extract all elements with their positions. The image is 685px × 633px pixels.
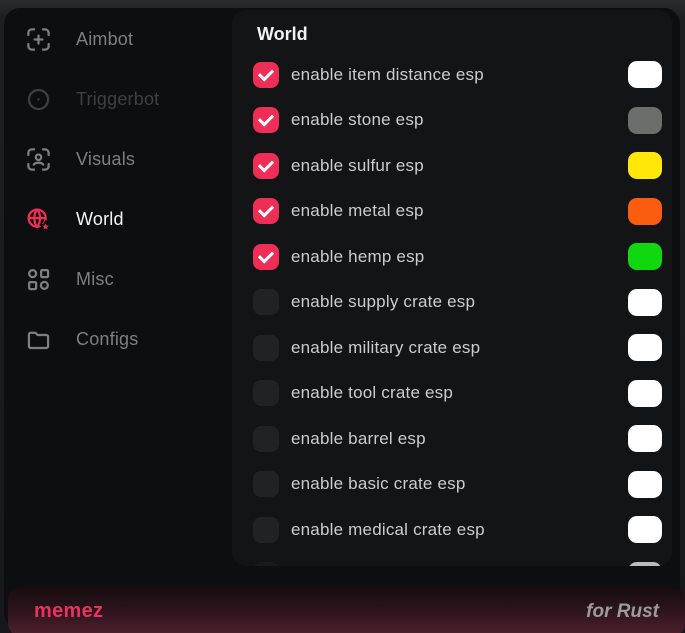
footer-bar: memez for Rust bbox=[8, 586, 685, 633]
esp-label: enable hemp esp bbox=[291, 247, 424, 267]
esp-label: enable metal esp bbox=[291, 201, 424, 221]
world-globe-star-icon bbox=[25, 206, 52, 233]
esp-label: enable supply crate esp bbox=[291, 292, 475, 312]
color-swatch[interactable] bbox=[628, 471, 662, 498]
sidebar-item-configs[interactable]: Configs bbox=[4, 309, 232, 369]
sidebar-item-label: Configs bbox=[76, 329, 138, 350]
checkmark-icon bbox=[258, 247, 274, 263]
esp-row: enable medical crate esp bbox=[232, 507, 672, 553]
aimbot-crosshair-scan-icon bbox=[25, 26, 52, 53]
esp-row: enable sulfur esp bbox=[232, 143, 672, 189]
sidebar: Aimbot Triggerbot Visuals World Misc Con… bbox=[4, 8, 232, 369]
esp-row: enable item distance esp bbox=[232, 52, 672, 98]
esp-row: enable military crate esp bbox=[232, 325, 672, 371]
cheat-menu-window: Aimbot Triggerbot Visuals World Misc Con… bbox=[4, 8, 680, 629]
sidebar-item-misc[interactable]: Misc bbox=[4, 249, 232, 309]
world-panel: World enable item distance esp enable st… bbox=[232, 10, 672, 566]
esp-checkbox[interactable] bbox=[253, 335, 279, 361]
esp-checkbox[interactable] bbox=[253, 153, 279, 179]
color-swatch[interactable] bbox=[628, 425, 662, 452]
sidebar-item-label: Triggerbot bbox=[76, 89, 159, 110]
esp-checkbox[interactable] bbox=[253, 62, 279, 88]
esp-checkbox[interactable] bbox=[253, 562, 279, 566]
panel-title: World bbox=[257, 24, 672, 45]
checkmark-icon bbox=[258, 202, 274, 218]
esp-checkbox[interactable] bbox=[253, 289, 279, 315]
color-swatch[interactable] bbox=[628, 243, 662, 270]
product-tagline: for Rust bbox=[586, 601, 659, 623]
color-swatch[interactable] bbox=[628, 198, 662, 225]
checkmark-icon bbox=[258, 156, 274, 172]
esp-label: enable tool crate esp bbox=[291, 383, 453, 403]
esp-checkbox[interactable] bbox=[253, 517, 279, 543]
esp-label: enable sulfur esp bbox=[291, 156, 424, 176]
color-swatch[interactable] bbox=[628, 380, 662, 407]
sidebar-item-triggerbot[interactable]: Triggerbot bbox=[4, 69, 232, 129]
esp-row bbox=[232, 553, 672, 567]
color-swatch[interactable] bbox=[628, 516, 662, 543]
visuals-scan-person-icon bbox=[25, 146, 52, 173]
esp-checkbox[interactable] bbox=[253, 380, 279, 406]
misc-shapes-grid-icon bbox=[25, 266, 52, 293]
sidebar-item-aimbot[interactable]: Aimbot bbox=[4, 9, 232, 69]
sidebar-item-label: Misc bbox=[76, 269, 114, 290]
checkmark-icon bbox=[258, 111, 274, 127]
esp-checkbox[interactable] bbox=[253, 198, 279, 224]
esp-row: enable stone esp bbox=[232, 98, 672, 144]
color-swatch[interactable] bbox=[628, 289, 662, 316]
sidebar-item-label: World bbox=[76, 209, 124, 230]
sidebar-item-label: Aimbot bbox=[76, 29, 133, 50]
esp-label: enable military crate esp bbox=[291, 338, 480, 358]
esp-options-list: enable item distance esp enable stone es… bbox=[232, 52, 672, 566]
esp-row: enable tool crate esp bbox=[232, 371, 672, 417]
color-swatch[interactable] bbox=[628, 152, 662, 179]
esp-label: enable barrel esp bbox=[291, 429, 426, 449]
esp-checkbox[interactable] bbox=[253, 426, 279, 452]
checkmark-icon bbox=[258, 65, 274, 81]
esp-label: enable basic crate esp bbox=[291, 474, 466, 494]
color-swatch[interactable] bbox=[628, 334, 662, 361]
triggerbot-circle-dot-icon bbox=[25, 86, 52, 113]
esp-label: enable item distance esp bbox=[291, 65, 484, 85]
esp-row: enable metal esp bbox=[232, 189, 672, 235]
sidebar-item-label: Visuals bbox=[76, 149, 135, 170]
sidebar-item-world[interactable]: World bbox=[4, 189, 232, 249]
color-swatch[interactable] bbox=[628, 61, 662, 88]
brand-name: memez bbox=[34, 600, 103, 623]
sidebar-item-visuals[interactable]: Visuals bbox=[4, 129, 232, 189]
esp-checkbox[interactable] bbox=[253, 471, 279, 497]
esp-row: enable barrel esp bbox=[232, 416, 672, 462]
esp-row: enable basic crate esp bbox=[232, 462, 672, 508]
esp-row: enable supply crate esp bbox=[232, 280, 672, 326]
configs-folder-icon bbox=[25, 326, 52, 353]
esp-checkbox[interactable] bbox=[253, 107, 279, 133]
esp-label: enable stone esp bbox=[291, 110, 424, 130]
esp-row: enable hemp esp bbox=[232, 234, 672, 280]
color-swatch[interactable] bbox=[628, 562, 662, 566]
esp-label: enable medical crate esp bbox=[291, 520, 485, 540]
esp-checkbox[interactable] bbox=[253, 244, 279, 270]
color-swatch[interactable] bbox=[628, 107, 662, 134]
